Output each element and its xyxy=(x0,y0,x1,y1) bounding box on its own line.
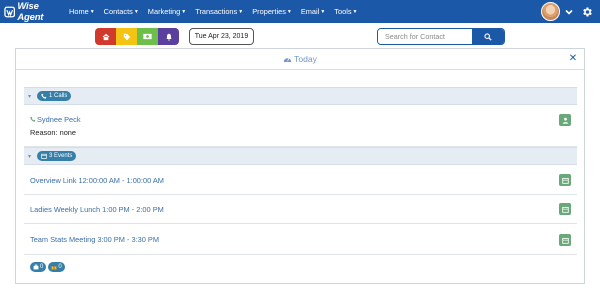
event-link[interactable]: Team Stats Meeting 3:00 PM - 3:30 PM xyxy=(30,235,159,244)
list-item: Overview Link 12:00:00 AM - 1:00:00 AM xyxy=(24,166,577,195)
search-button[interactable] xyxy=(472,29,504,44)
date-display[interactable]: Tue Apr 23, 2019 xyxy=(189,28,254,45)
bell-icon xyxy=(165,33,172,41)
today-panel: Today ✕ ▾ 1 Calls Sydnee Peck Reason: no… xyxy=(15,48,585,284)
panel-title-text: Today xyxy=(294,54,317,64)
calendar-icon xyxy=(561,237,569,244)
brand-icon xyxy=(4,6,16,17)
event-calendar-button[interactable] xyxy=(559,203,571,215)
gear-icon[interactable] xyxy=(581,6,593,18)
events-section-header[interactable]: ▾ 3 Events xyxy=(24,147,577,165)
user-avatar[interactable] xyxy=(541,2,560,21)
event-link[interactable]: Ladies Weekly Lunch 1:00 PM - 2:00 PM xyxy=(30,205,164,214)
list-item: Team Stats Meeting 3:00 PM - 3:30 PM xyxy=(24,224,577,255)
tasks-count-badge[interactable]: 0 xyxy=(30,262,47,272)
list-item: Ladies Weekly Lunch 1:00 PM - 2:00 PM xyxy=(24,195,577,224)
user-icon xyxy=(562,117,568,124)
house-icon xyxy=(102,33,109,40)
panel-header: Today ✕ xyxy=(16,49,584,70)
phone-icon xyxy=(41,93,47,99)
nav-item-home[interactable]: Home▼ xyxy=(69,7,95,16)
quick-tag-button[interactable] xyxy=(116,28,137,45)
top-navbar: Wise Agent Home▼ Contacts▼ Marketing▼ Tr… xyxy=(0,0,600,23)
dashboard-icon xyxy=(283,58,292,62)
calendar-icon xyxy=(561,206,569,213)
event-link[interactable]: Overview Link 12:00:00 AM - 1:00:00 AM xyxy=(30,176,164,185)
contact-search xyxy=(377,28,505,45)
brand-name: Wise Agent xyxy=(17,0,44,23)
caret-down-icon: ▼ xyxy=(320,9,326,15)
phone-icon xyxy=(30,116,36,122)
caret-down-icon: ▼ xyxy=(89,9,95,15)
quick-bell-button[interactable] xyxy=(158,28,179,45)
gift-icon xyxy=(51,265,57,270)
nav-item-contacts[interactable]: Contacts▼ xyxy=(104,7,139,16)
calendar-icon xyxy=(41,153,47,159)
nav-item-properties[interactable]: Properties▼ xyxy=(252,7,292,16)
list-item: Sydnee Peck Reason: none xyxy=(24,106,577,147)
nav-item-tools[interactable]: Tools▼ xyxy=(334,7,357,16)
call-contact-link[interactable]: Sydnee Peck xyxy=(30,115,81,124)
quick-house-button[interactable] xyxy=(95,28,116,45)
calendar-icon xyxy=(561,177,569,184)
search-icon xyxy=(484,32,492,41)
caret-down-icon: ▼ xyxy=(238,9,244,15)
chevron-down-icon[interactable] xyxy=(564,7,574,17)
close-icon[interactable]: ✕ xyxy=(568,53,578,64)
calls-count-badge: 1 Calls xyxy=(37,91,72,101)
panel-title: Today xyxy=(283,54,317,64)
nav-item-marketing[interactable]: Marketing▼ xyxy=(148,7,186,16)
chevron-down-icon[interactable]: ▾ xyxy=(28,93,36,100)
contact-button[interactable] xyxy=(559,114,571,126)
money-icon xyxy=(143,33,152,40)
birthdays-count-badge[interactable]: 0 xyxy=(48,262,65,272)
birthdays-count: 0 xyxy=(58,264,62,270)
caret-down-icon: ▼ xyxy=(133,9,139,15)
caret-down-icon: ▼ xyxy=(181,9,187,15)
event-calendar-button[interactable] xyxy=(559,174,571,186)
toolbar: Tue Apr 23, 2019 xyxy=(0,28,600,46)
footer-badges: 0 0 xyxy=(30,262,67,272)
events-badge-text: 3 Events xyxy=(49,153,73,159)
caret-down-icon: ▼ xyxy=(352,9,358,15)
event-calendar-button[interactable] xyxy=(559,234,571,246)
brand-logo[interactable]: Wise Agent xyxy=(0,0,64,23)
events-count-badge: 3 Events xyxy=(37,151,77,161)
tag-icon xyxy=(123,33,130,40)
calls-section-header[interactable]: ▾ 1 Calls xyxy=(24,87,577,105)
quick-money-button[interactable] xyxy=(137,28,158,45)
quick-actions xyxy=(95,28,179,45)
briefcase-icon xyxy=(33,264,39,270)
caret-down-icon: ▼ xyxy=(286,9,292,15)
call-contact-name: Sydnee Peck xyxy=(37,115,81,124)
nav-item-email[interactable]: Email▼ xyxy=(301,7,325,16)
calls-badge-text: 1 Calls xyxy=(49,93,68,99)
search-input[interactable] xyxy=(378,29,472,44)
nav-item-transactions[interactable]: Transactions▼ xyxy=(195,7,243,16)
call-reason: Reason: none xyxy=(30,128,77,137)
chevron-down-icon[interactable]: ▾ xyxy=(28,153,36,160)
tasks-count: 0 xyxy=(40,264,44,270)
